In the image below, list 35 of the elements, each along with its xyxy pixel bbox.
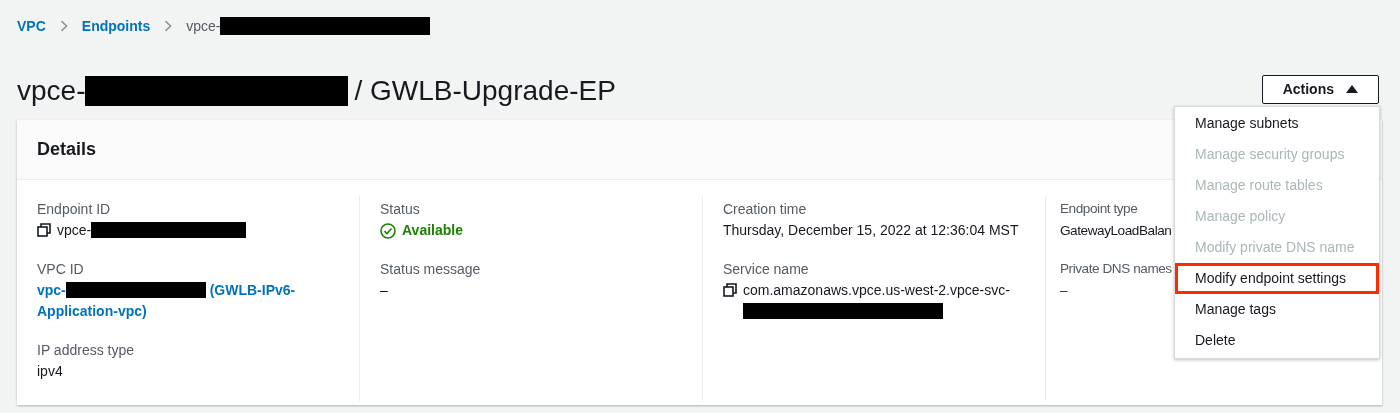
field-label: Endpoint type (1060, 200, 1138, 218)
field-label: Status message (380, 260, 481, 279)
field-value: – (1060, 282, 1068, 300)
menu-item[interactable]: Manage subnets (1175, 108, 1379, 139)
breadcrumb-current: vpce- (186, 18, 221, 34)
page-title: vpce- (17, 75, 86, 107)
field-label: Private DNS names (1060, 260, 1172, 278)
chevron-right-icon (164, 20, 173, 32)
field-value: GatewayLoadBalan (1060, 222, 1172, 240)
copy-icon[interactable] (37, 223, 51, 237)
field-value: ipv4 (37, 362, 63, 381)
copy-icon[interactable] (723, 283, 737, 297)
card-title: Details (37, 139, 97, 160)
page-title: / GWLB-Upgrade-EP (354, 75, 616, 107)
breadcrumb-link[interactable]: VPC (17, 18, 46, 34)
chevron-right-icon (59, 20, 68, 32)
field-label: Creation time (723, 200, 807, 219)
actions-button[interactable]: Actions (1261, 74, 1379, 104)
vpc-link[interactable]: vpc- (GWLB-IPv6-Application-vpc) (37, 280, 307, 322)
menu-item[interactable]: Manage tags (1175, 294, 1379, 325)
check-circle-icon (380, 223, 396, 239)
field-value: – (380, 281, 388, 300)
status-text: Available (402, 221, 463, 240)
field-label: Status (380, 200, 420, 219)
menu-item[interactable]: Delete (1175, 325, 1379, 356)
breadcrumb-link[interactable]: Endpoints (81, 18, 151, 34)
field-label: IP address type (37, 341, 135, 360)
field-label: Endpoint ID (37, 200, 111, 219)
field-value: Thursday, December 15, 2022 at 12:36:04 MST (723, 221, 1019, 240)
field-label: VPC ID (37, 260, 84, 279)
field-label: Service name (723, 260, 809, 279)
field-value: vpce- (57, 220, 247, 241)
field-value: com.amazonaws.vpce.us-west-2.vpce-svc- (743, 280, 1023, 322)
caret-up-icon (1346, 85, 1358, 93)
menu-item[interactable]: Modify endpoint settings (1175, 263, 1379, 294)
